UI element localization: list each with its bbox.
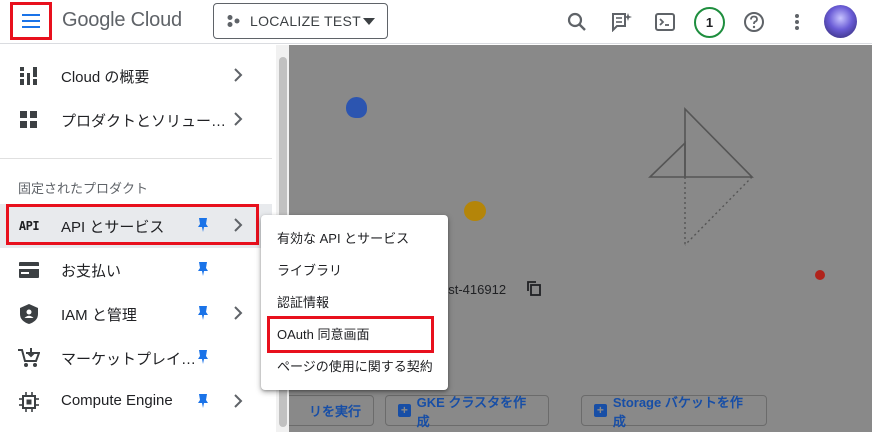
more-options-button[interactable]	[783, 8, 811, 36]
dropdown-caret-icon	[363, 18, 375, 25]
chevron-right-icon	[234, 306, 243, 320]
create-storage-bucket-label: Storage バケットを作成	[612, 394, 743, 429]
nav-divider	[0, 158, 272, 159]
add-icon: +	[398, 404, 411, 417]
sidebar-item-billing[interactable]: お支払い	[0, 248, 272, 292]
dashboard-icon	[18, 66, 40, 86]
submenu-item-enabled-apis[interactable]: 有効な API とサービス	[261, 221, 448, 253]
chevron-right-icon	[234, 68, 243, 82]
top-bar: Google Cloud LOCALIZE TEST 1	[0, 0, 872, 44]
submenu-item-page-usage-agreements[interactable]: ページの使用に関する契約	[261, 349, 448, 381]
pin-icon[interactable]	[197, 261, 209, 277]
billing-icon	[18, 260, 40, 280]
search-icon	[567, 12, 586, 31]
sidebar-item-label: お支払い	[61, 263, 122, 280]
hamburger-menu-button[interactable]	[10, 2, 52, 40]
cloud-shell-button[interactable]	[651, 8, 679, 36]
submenu-item-credentials[interactable]: 認証情報	[261, 285, 448, 317]
sidebar-item-cloud-overview[interactable]: Cloud の概要	[0, 54, 272, 98]
navigation-drawer: Cloud の概要 プロダクトとソリュー… 固定されたプロダクト API API…	[0, 45, 289, 432]
sidebar-item-products-solutions[interactable]: プロダクトとソリュー…	[0, 98, 272, 142]
project-selector-button[interactable]: LOCALIZE TEST	[213, 3, 388, 39]
sidebar-item-label: IAM と管理	[61, 307, 137, 324]
help-button[interactable]	[740, 8, 768, 36]
add-icon: +	[594, 404, 607, 417]
pin-icon[interactable]	[197, 349, 209, 365]
avatar[interactable]	[824, 5, 857, 38]
help-icon	[744, 12, 764, 32]
sidebar-item-label: マーケットプレイ…	[61, 351, 197, 368]
logo-google-text: Google	[62, 9, 126, 31]
ai-assistant-icon	[612, 13, 632, 32]
ai-assistant-button[interactable]	[608, 8, 636, 36]
pin-icon[interactable]	[197, 217, 209, 233]
chevron-right-icon	[234, 218, 243, 232]
apps-grid-icon	[18, 110, 40, 130]
sidebar-item-label: API とサービス	[61, 219, 165, 236]
search-button[interactable]	[563, 8, 591, 36]
decorative-red-dot	[815, 270, 825, 280]
pinned-products-heading: 固定されたプロダクト	[18, 181, 149, 196]
chevron-right-icon	[234, 394, 243, 408]
hamburger-menu-icon	[22, 14, 40, 28]
copy-icon[interactable]	[527, 281, 541, 296]
create-gke-cluster-label: GKE クラスタを作成	[416, 394, 527, 429]
pin-icon[interactable]	[197, 305, 209, 321]
logo-cloud-text: Cloud	[130, 9, 182, 31]
pin-icon[interactable]	[197, 393, 209, 409]
shield-icon	[18, 304, 40, 324]
run-query-button-label: リを実行	[308, 404, 361, 419]
project-id-text: est-416912	[441, 282, 507, 297]
chevron-right-icon	[234, 112, 243, 126]
project-hub-icon	[227, 15, 240, 27]
api-services-submenu: 有効な API とサービス ライブラリ 認証情報 OAuth 同意画面 ページの…	[261, 215, 448, 390]
sidebar-item-label: Cloud の概要	[61, 69, 150, 86]
marketplace-cart-icon	[18, 348, 40, 368]
more-vert-icon	[795, 14, 799, 30]
decorative-yellow-dot	[464, 201, 486, 221]
decorative-blue-dot	[346, 97, 367, 118]
notifications-badge[interactable]: 1	[694, 7, 725, 38]
project-selector-label: LOCALIZE TEST	[250, 13, 362, 29]
submenu-item-oauth-consent-screen[interactable]: OAuth 同意画面	[261, 317, 448, 349]
decorative-paper-plane-illustration	[648, 107, 754, 246]
sidebar-item-label: Compute Engine	[61, 392, 173, 409]
sidebar-item-compute-engine[interactable]: Compute Engine	[0, 380, 272, 424]
create-gke-cluster-button[interactable]: + GKE クラスタを作成	[385, 395, 549, 429]
compute-engine-chip-icon	[18, 392, 40, 412]
sidebar-item-iam-admin[interactable]: IAM と管理	[0, 292, 272, 336]
sidebar-item-label: プロダクトとソリュー…	[61, 113, 227, 130]
sidebar-item-marketplace[interactable]: マーケットプレイ…	[0, 336, 272, 380]
submenu-item-library[interactable]: ライブラリ	[261, 253, 448, 285]
sidebar-item-api-services[interactable]: API API とサービス	[0, 204, 272, 248]
api-icon: API	[18, 219, 40, 233]
google-cloud-logo[interactable]: Google Cloud	[62, 9, 182, 32]
create-storage-bucket-button[interactable]: + Storage バケットを作成	[581, 395, 767, 429]
cloud-shell-icon	[655, 13, 675, 31]
